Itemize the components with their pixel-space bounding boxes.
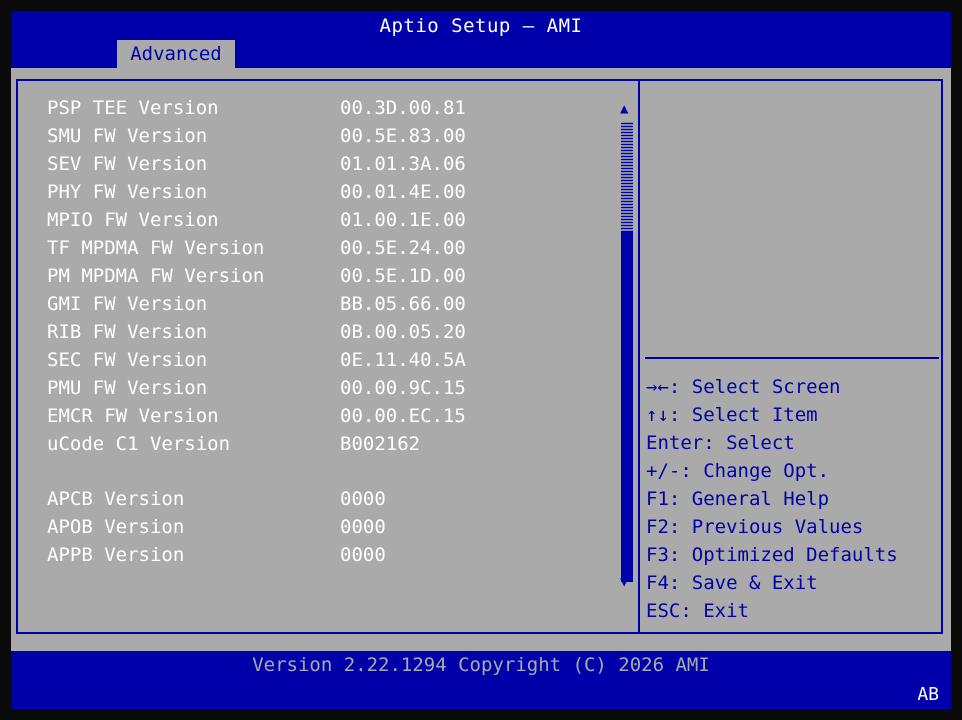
footer-bar: Version 2.22.1294 Copyright (C) 2026 AMI…	[11, 651, 951, 709]
header-bar: Aptio Setup – AMI Advanced	[11, 11, 951, 68]
item-value: 00.3D.00.81	[340, 97, 466, 119]
item-value: 00.5E.83.00	[340, 125, 466, 147]
help-esc: ESC: Exit	[646, 600, 749, 622]
help-divider	[645, 357, 939, 359]
item-label: RIB FW Version	[47, 321, 208, 343]
item-value: 0000	[340, 544, 386, 566]
item-label: EMCR FW Version	[47, 405, 219, 427]
help-f4: F4: Save & Exit	[646, 572, 818, 594]
item-label: APCB Version	[47, 488, 185, 510]
item-value: BB.05.66.00	[340, 293, 466, 315]
post-code: AB	[917, 684, 939, 705]
item-value: 00.00.9C.15	[340, 377, 466, 399]
item-label: PSP TEE Version	[47, 97, 219, 119]
item-label: TF MPDMA FW Version	[47, 237, 265, 259]
item-label: SMU FW Version	[47, 125, 208, 147]
item-value: 00.00.EC.15	[340, 405, 466, 427]
item-label: GMI FW Version	[47, 293, 208, 315]
help-f3: F3: Optimized Defaults	[646, 544, 898, 566]
scroll-thumb[interactable]	[621, 232, 633, 582]
item-value: B002162	[340, 433, 421, 455]
item-label: PHY FW Version	[47, 181, 208, 203]
scroll-up-icon[interactable]: ▲	[620, 102, 628, 116]
item-label: uCode C1 Version	[47, 433, 231, 455]
item-label: PMU FW Version	[47, 377, 208, 399]
item-label: SEC FW Version	[47, 349, 208, 371]
item-value: 00.01.4E.00	[340, 181, 466, 203]
item-label: APPB Version	[47, 544, 185, 566]
item-value: 00.5E.1D.00	[340, 265, 466, 287]
help-enter: Enter: Select	[646, 432, 795, 454]
scroll-down-icon[interactable]: ▼	[620, 575, 628, 589]
help-f2: F2: Previous Values	[646, 516, 864, 538]
item-value: 01.01.3A.06	[340, 153, 466, 175]
item-value: 0E.11.40.5A	[340, 349, 466, 371]
bios-screen: Aptio Setup – AMI Advanced PSP TEE Versi…	[11, 11, 951, 709]
item-label: APOB Version	[47, 516, 185, 538]
scroll-track-pattern	[621, 122, 633, 232]
help-f1: F1: General Help	[646, 488, 830, 510]
item-value: 00.5E.24.00	[340, 237, 466, 259]
item-label: PM MPDMA FW Version	[47, 265, 265, 287]
panel-divider	[638, 79, 640, 634]
help-select-item: ↑↓: Select Item	[646, 404, 818, 426]
item-label: SEV FW Version	[47, 153, 208, 175]
item-value: 0B.00.05.20	[340, 321, 466, 343]
item-label: MPIO FW Version	[47, 209, 219, 231]
setup-title: Aptio Setup – AMI	[379, 15, 583, 37]
help-select-screen: →←: Select Screen	[646, 376, 841, 398]
help-change-opt: +/-: Change Opt.	[646, 460, 830, 482]
tab-advanced[interactable]: Advanced	[117, 40, 235, 68]
item-value: 0000	[340, 516, 386, 538]
item-value: 0000	[340, 488, 386, 510]
scrollbar[interactable]	[621, 122, 633, 582]
version-text: Version 2.22.1294 Copyright (C) 2026 AMI	[252, 654, 710, 676]
item-value: 01.00.1E.00	[340, 209, 466, 231]
